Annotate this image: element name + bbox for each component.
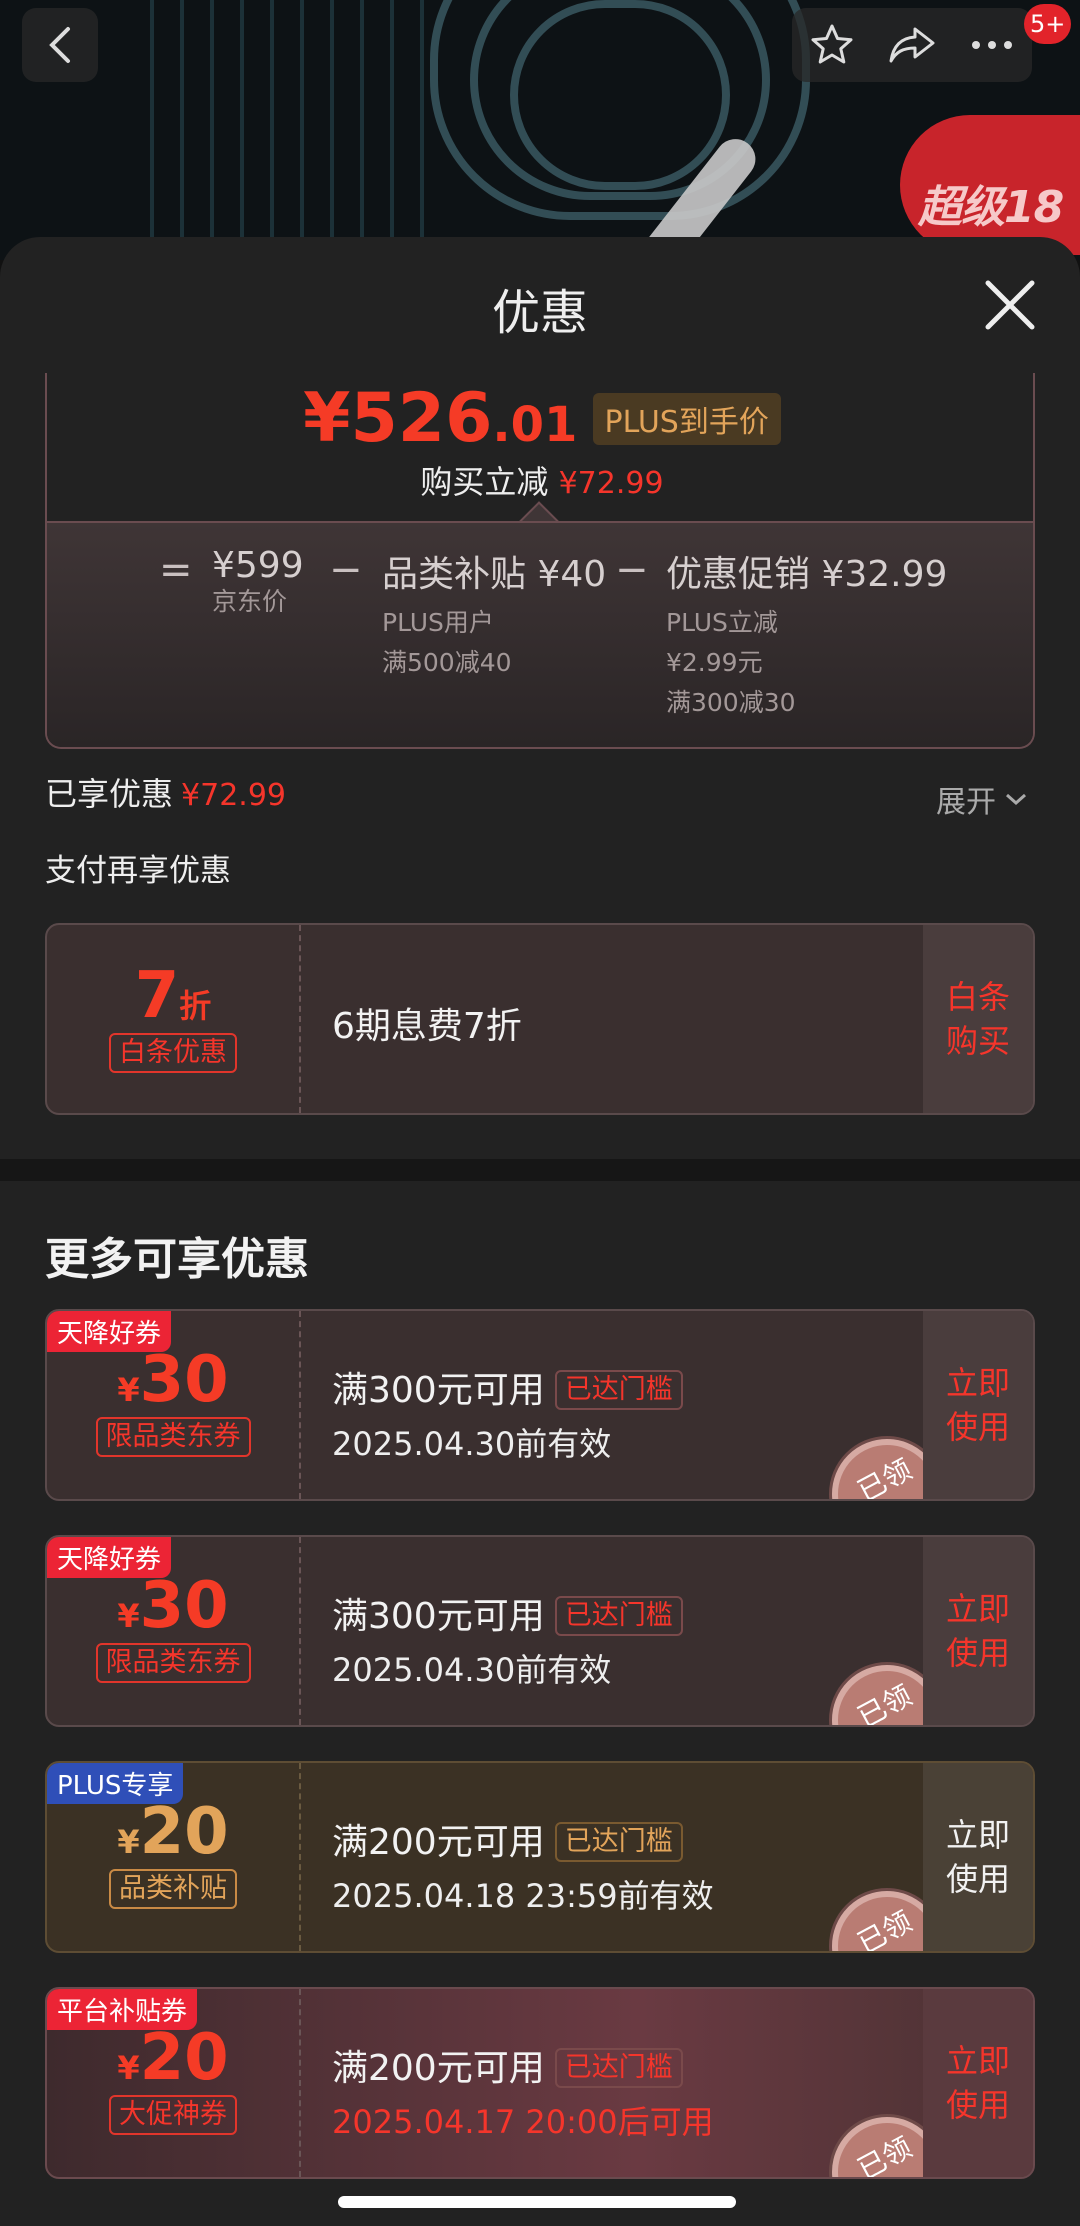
coupon-card: 天降好券 ¥30 限品类东券 满300元可用 已达门槛 2025.04.30前有效… [45, 1535, 1035, 1727]
enjoyed-discount: 已享优惠 ¥72.99 [45, 775, 286, 813]
back-icon [49, 27, 70, 63]
message-count-badge: 5+ [1024, 4, 1072, 44]
back-button[interactable] [22, 8, 98, 82]
coupon-validity: 2025.04.18 23:59前有效 [332, 1877, 714, 1915]
discount-sheet: 优惠 ¥526.01 PLUS到手价 购买立减 ¥72.99 = ¥599 京东… [0, 237, 1080, 2226]
more-offers-title: 更多可享优惠 [45, 1234, 309, 1285]
baitiao-tag: 白条优惠 [109, 1033, 237, 1073]
coupon-type-tag: 大促神券 [109, 2095, 237, 2135]
coupon-validity: 2025.04.17 20:00后可用 [332, 2103, 714, 2141]
close-icon [985, 280, 1035, 330]
coupon-type-tag: 品类补贴 [109, 1869, 237, 1909]
use-now-button[interactable]: 立即 使用 [923, 1989, 1033, 2177]
close-button[interactable] [980, 275, 1040, 335]
more-icon[interactable] [962, 15, 1022, 75]
minus-sign: − [615, 547, 649, 593]
threshold-tag: 已达门槛 [554, 1822, 683, 1862]
use-now-button[interactable]: 立即 使用 [923, 1311, 1033, 1499]
coupon-card-platform: 平台补贴券 ¥20 大促神券 满200元可用 已达门槛 2025.04.17 20… [45, 1987, 1035, 2179]
home-indicator[interactable] [338, 2196, 736, 2208]
promo-item: 优惠促销 ¥32.99 PLUS立减 ¥2.99元 满300减30 [666, 554, 948, 717]
price-summary: ¥526.01 PLUS到手价 购买立减 ¥72.99 = ¥599 京东价 −… [45, 373, 1035, 749]
coupon-validity: 2025.04.30前有效 [332, 1651, 612, 1689]
subsidy-item: 品类补贴 ¥40 PLUS用户 满500减40 [382, 554, 607, 677]
coupon-amount: ¥30 [117, 1343, 229, 1417]
coupon-card-plus: PLUS专享 ¥20 品类补贴 满200元可用 已达门槛 2025.04.18 2… [45, 1761, 1035, 1953]
minus-sign: − [329, 547, 363, 593]
star-icon[interactable] [802, 15, 862, 75]
final-price: ¥526.01 [303, 379, 578, 458]
use-now-button[interactable]: 立即 使用 [923, 1537, 1033, 1725]
coupon-condition: 满200元可用 [332, 2048, 545, 2089]
coupon-type-tag: 限品类东券 [95, 1643, 251, 1683]
expand-button[interactable]: 展开 [936, 777, 1028, 821]
promo-badge: 超级18 [900, 115, 1080, 255]
top-actions [792, 8, 1032, 82]
section-divider [0, 1159, 1080, 1181]
threshold-tag: 已达门槛 [554, 1596, 683, 1636]
pay-section-title: 支付再享优惠 [45, 853, 231, 889]
share-icon[interactable] [882, 15, 942, 75]
price-breakdown: = ¥599 京东价 − 品类补贴 ¥40 PLUS用户 满500减40 − 优… [47, 521, 1033, 747]
jd-price-item: ¥599 京东价 [212, 545, 304, 616]
chevron-down-icon [1006, 793, 1026, 806]
coupon-type-tag: 限品类东券 [95, 1417, 251, 1457]
threshold-tag: 已达门槛 [554, 1370, 683, 1410]
baitiao-desc: 6期息费7折 [332, 1006, 522, 1047]
threshold-tag: 已达门槛 [554, 2048, 683, 2088]
coupon-amount: ¥30 [117, 1569, 229, 1643]
plus-price-tag: PLUS到手价 [592, 392, 781, 445]
equals-sign: = [159, 547, 193, 593]
coupon-condition: 满200元可用 [332, 1822, 545, 1863]
coupon-validity: 2025.04.30前有效 [332, 1425, 612, 1463]
sheet-title: 优惠 [491, 285, 588, 341]
coupon-card: 天降好券 ¥30 限品类东券 满300元可用 已达门槛 2025.04.30前有效… [45, 1309, 1035, 1501]
baitiao-buy-button[interactable]: 白条 购买 [923, 925, 1033, 1113]
coupon-amount: ¥20 [117, 2021, 229, 2095]
coupon-condition: 满300元可用 [332, 1370, 545, 1411]
coupon-condition: 满300元可用 [332, 1596, 545, 1637]
coupon-amount: ¥20 [117, 1795, 229, 1869]
purchase-reduction: 购买立减 ¥72.99 [420, 463, 664, 501]
use-now-button[interactable]: 立即 使用 [923, 1763, 1033, 1951]
baitiao-offer-card: 7折 白条优惠 6期息费7折 白条 购买 [45, 923, 1035, 1115]
